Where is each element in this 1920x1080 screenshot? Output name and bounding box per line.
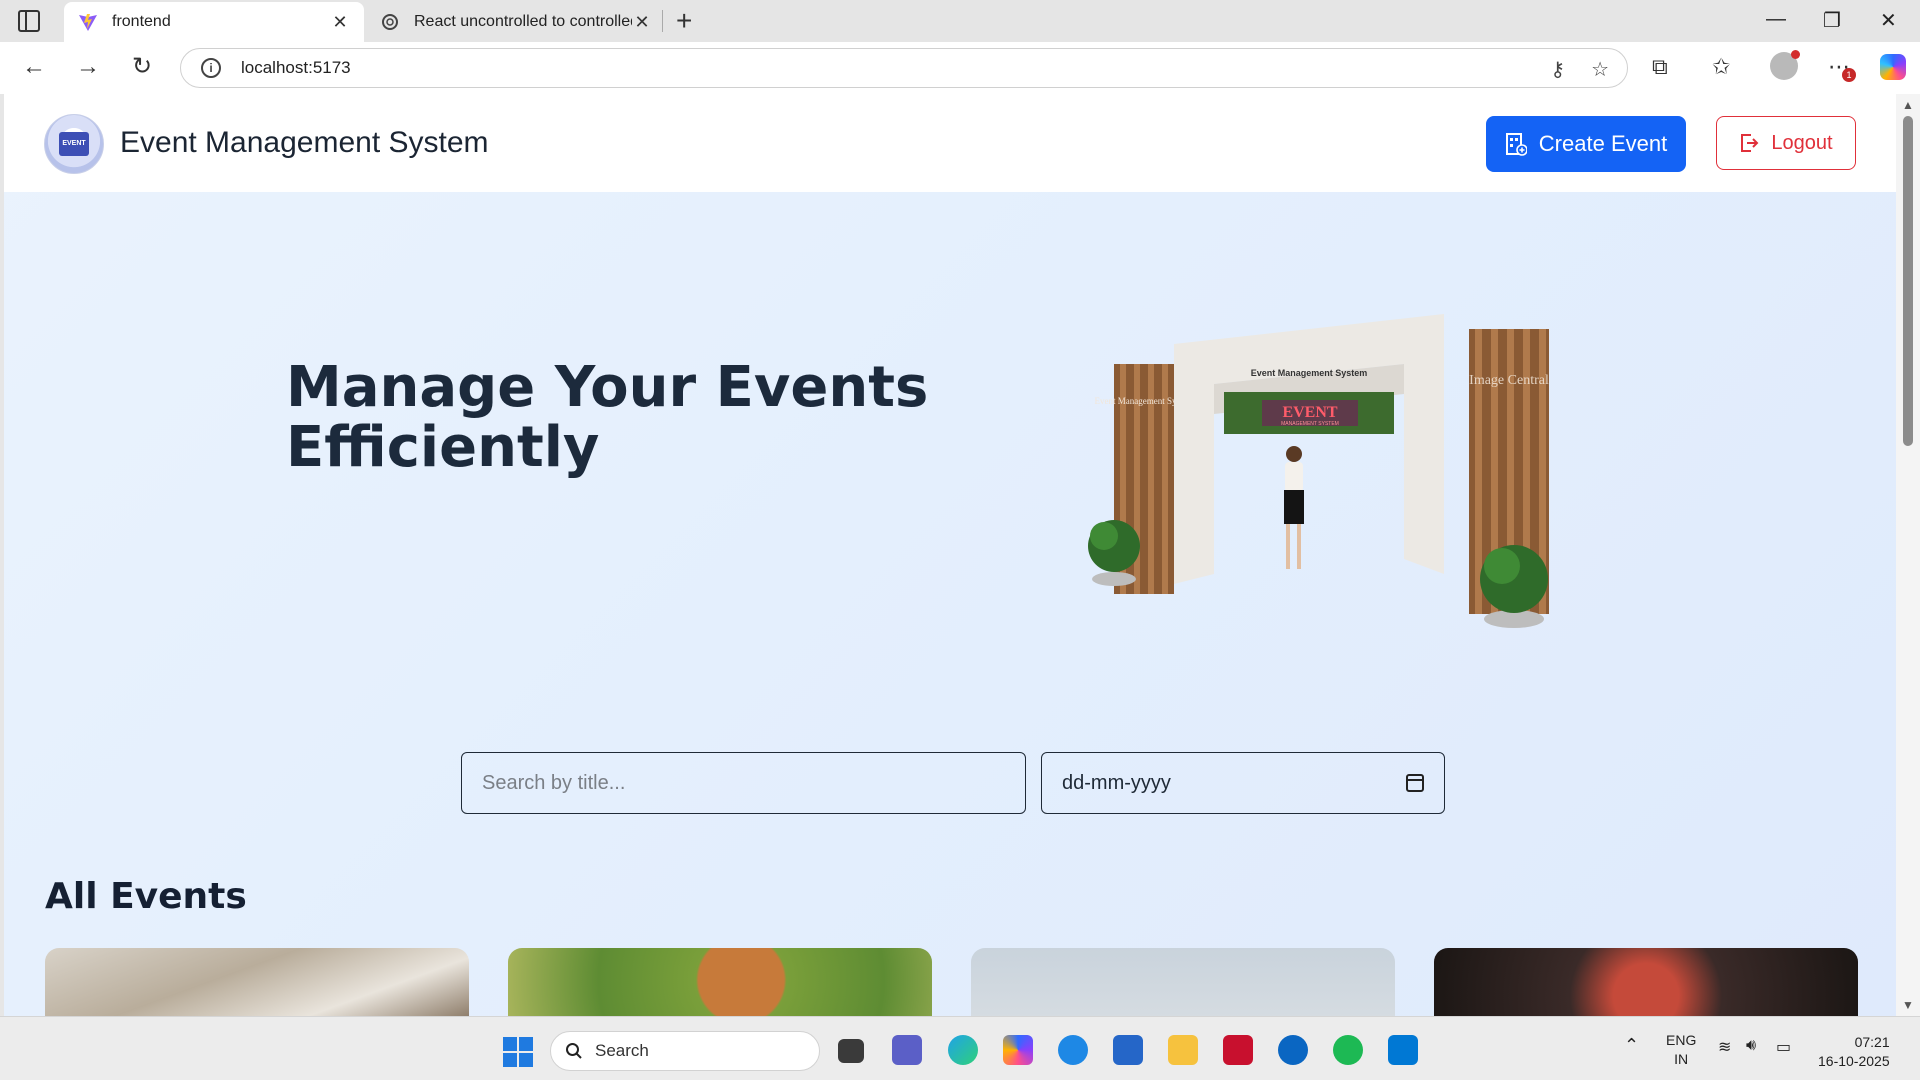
banner-title: EVENT — [1282, 404, 1337, 421]
building-plus-icon — [1505, 133, 1527, 156]
favorite-star-icon[interactable]: ☆ — [1591, 57, 1609, 82]
notification-badge: 1 — [1842, 68, 1856, 82]
close-window-icon[interactable]: ✕ — [1880, 8, 1897, 33]
scroll-down-icon[interactable]: ▼ — [1902, 998, 1914, 1012]
minimize-icon[interactable]: — — [1766, 8, 1786, 31]
windows-start-icon[interactable] — [503, 1037, 533, 1067]
task-view-icon[interactable] — [838, 1039, 864, 1063]
page-viewport: EVENT Event Management System Create Eve… — [4, 94, 1896, 1016]
event-card-image[interactable] — [1434, 948, 1858, 1016]
password-key-icon[interactable]: ⚷ — [1550, 57, 1565, 82]
logout-label: Logout — [1771, 131, 1833, 154]
woman-figure — [1284, 446, 1304, 569]
search-input[interactable] — [461, 752, 1026, 814]
wifi-icon[interactable]: ≋ — [1718, 1037, 1731, 1057]
reload-icon[interactable]: ↻ — [132, 54, 152, 80]
arch-sign: Event Management System — [1251, 368, 1368, 378]
date-placeholder: dd-mm-yyyy — [1062, 771, 1171, 794]
address-bar-row: ← → ↻ i localhost:5173 ⚷ ☆ ⧉ ✩ ⋯ 1 — [0, 42, 1920, 94]
create-event-button[interactable]: Create Event — [1486, 116, 1686, 172]
site-brand: Event Management System — [120, 126, 489, 159]
copilot-taskbar-icon[interactable] — [1003, 1035, 1033, 1065]
close-tab-icon[interactable]: ✕ — [632, 12, 652, 33]
taskbar-search-label: Search — [595, 1041, 649, 1060]
taskbar: Search ⌃ ENG IN ≋ 🔊︎ ▭ 07:21 16-10-2025 — [0, 1016, 1920, 1080]
sidebar-toggle-icon[interactable] — [18, 10, 40, 32]
taskbar-search[interactable]: Search — [550, 1031, 820, 1071]
lang-label: ENG — [1666, 1032, 1697, 1048]
event-card-image[interactable] — [971, 948, 1395, 1016]
edge-icon[interactable] — [948, 1035, 978, 1065]
store-icon[interactable] — [1113, 1035, 1143, 1065]
site-logo[interactable]: EVENT — [44, 114, 104, 174]
event-card-image[interactable] — [508, 948, 932, 1016]
event-card-image[interactable] — [45, 948, 469, 1016]
browser-tab-bar: frontend ✕ React uncontrolled to control… — [0, 0, 1920, 42]
clock-time: 07:21 — [1854, 1034, 1890, 1050]
hero-title: Manage Your Events Efficiently — [286, 355, 929, 480]
right-panel-label: Image Central — [1469, 373, 1549, 388]
tab-frontend[interactable]: frontend ✕ — [64, 2, 364, 42]
tab-react-uncontrolled[interactable]: React uncontrolled to controlled ✕ — [366, 2, 666, 42]
tray-overflow-icon[interactable]: ⌃ — [1624, 1035, 1639, 1056]
forward-icon[interactable]: → — [76, 54, 100, 80]
site-header: EVENT Event Management System Create Eve… — [4, 94, 1896, 192]
chatgpt-icon — [382, 14, 398, 30]
tab-title: React uncontrolled to controlled — [414, 13, 632, 30]
extensions-icon[interactable]: ⧉ — [1652, 54, 1668, 80]
close-tab-icon[interactable]: ✕ — [330, 12, 350, 33]
date-filter-input[interactable]: dd-mm-yyyy — [1041, 752, 1445, 814]
restore-icon[interactable]: ❐ — [1823, 8, 1841, 33]
hp-icon[interactable] — [1278, 1035, 1308, 1065]
create-event-label: Create Event — [1538, 131, 1668, 156]
back-icon[interactable]: ← — [22, 54, 46, 80]
file-explorer-icon[interactable] — [1168, 1035, 1198, 1065]
spotify-icon[interactable] — [1333, 1035, 1363, 1065]
logout-icon — [1741, 134, 1759, 152]
favorites-icon[interactable]: ✩ — [1712, 54, 1730, 80]
volume-icon[interactable]: 🔊︎ — [1746, 1037, 1756, 1055]
clock-date: 16-10-2025 — [1818, 1053, 1890, 1069]
region-label: IN — [1674, 1051, 1689, 1067]
site-info-icon[interactable]: i — [201, 58, 221, 78]
scroll-up-icon[interactable]: ▲ — [1902, 98, 1914, 112]
left-planter — [1092, 572, 1136, 586]
battery-icon[interactable]: ▭ — [1776, 1037, 1791, 1057]
address-bar[interactable]: i localhost:5173 ⚷ ☆ — [180, 48, 1628, 88]
vite-icon — [79, 14, 97, 31]
url-text[interactable]: localhost:5173 — [241, 58, 351, 78]
all-events-heading: All Events — [45, 876, 247, 917]
page-scrollbar[interactable]: ▲ ▼ — [1896, 94, 1920, 1016]
tab-title: frontend — [112, 13, 171, 30]
logout-button[interactable]: Logout — [1716, 116, 1856, 170]
help-icon[interactable] — [1058, 1035, 1088, 1065]
banner-subtitle: MANAGEMENT SYSTEM — [1281, 421, 1339, 427]
system-clock[interactable]: 07:21 16-10-2025 — [1818, 1033, 1890, 1071]
vscode-icon[interactable] — [1388, 1035, 1418, 1065]
tab-divider — [662, 10, 663, 32]
arch-frame — [1174, 314, 1444, 584]
new-tab-icon[interactable]: + — [676, 6, 692, 36]
scroll-thumb[interactable] — [1903, 116, 1913, 446]
calendar-icon[interactable] — [1406, 774, 1424, 792]
language-indicator[interactable]: ENG IN — [1666, 1031, 1696, 1069]
teams-icon[interactable] — [892, 1035, 922, 1065]
search-icon — [566, 1043, 582, 1059]
logo-board: EVENT — [59, 132, 89, 156]
event-arch-image: Event Management System Event Management… — [1088, 314, 1549, 628]
copilot-icon[interactable] — [1880, 54, 1906, 80]
profile-avatar-icon[interactable] — [1770, 50, 1800, 80]
mcafee-icon[interactable] — [1223, 1035, 1253, 1065]
